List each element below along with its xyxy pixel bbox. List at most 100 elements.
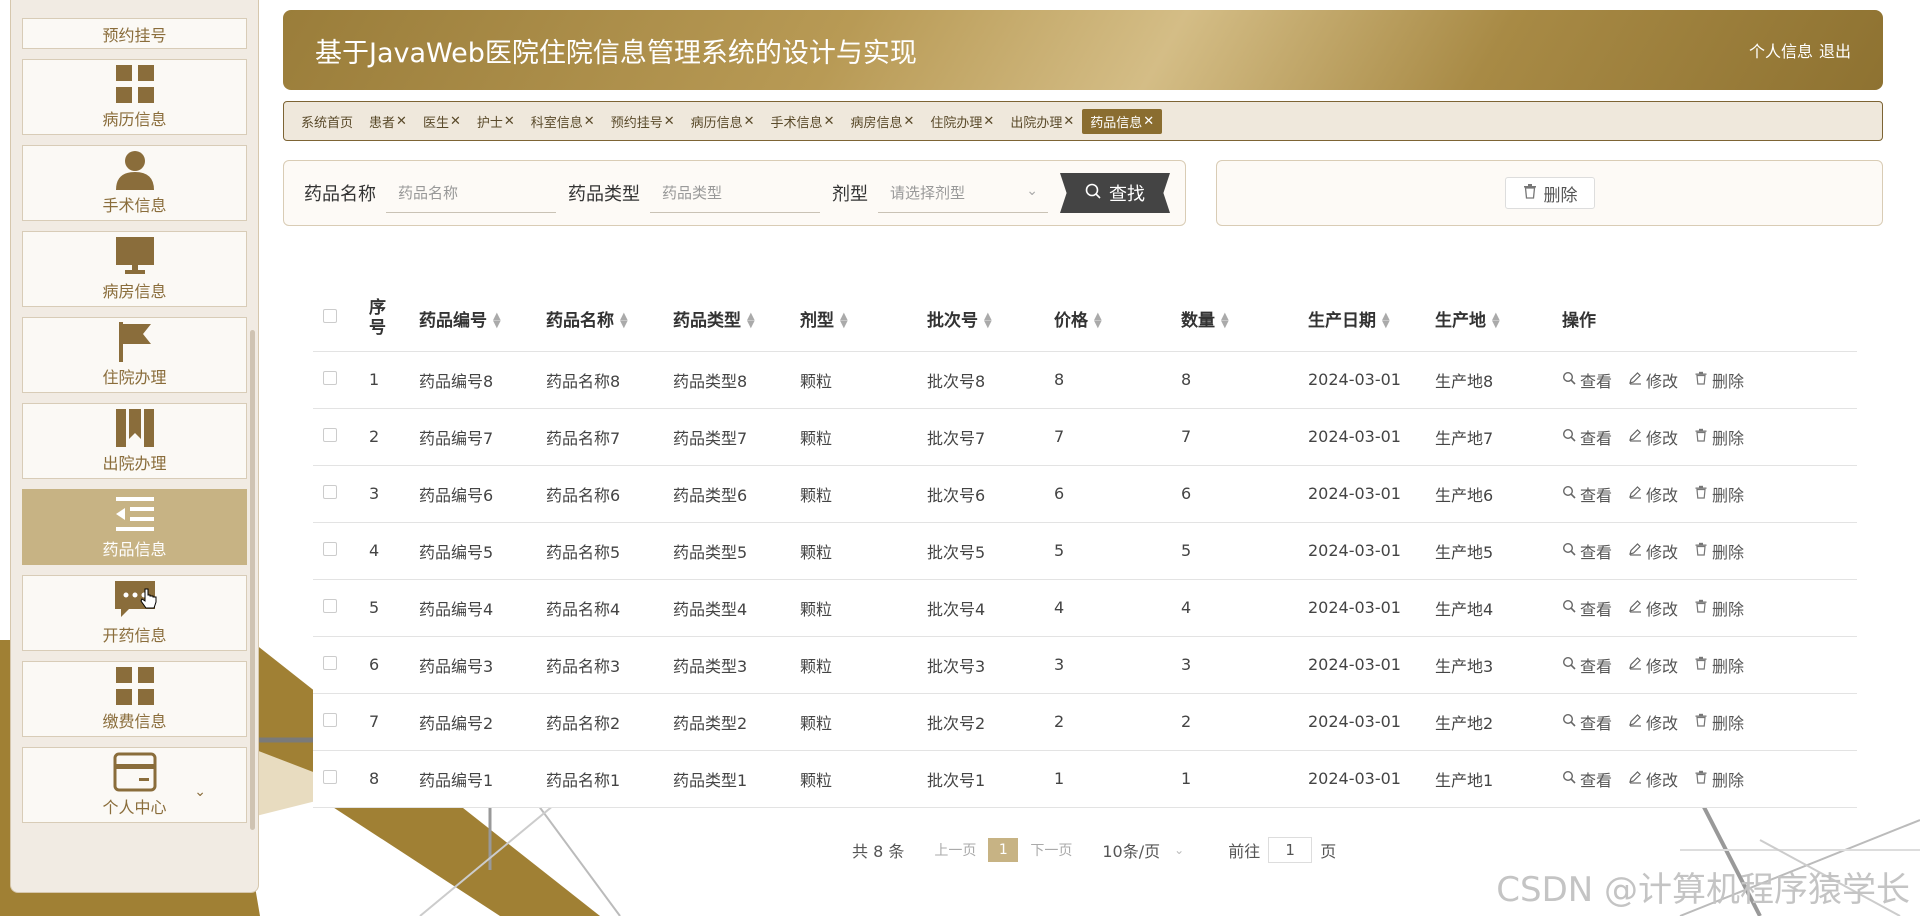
close-icon[interactable]: ✕	[1063, 114, 1074, 129]
close-icon[interactable]: ✕	[983, 114, 994, 129]
close-icon[interactable]: ✕	[396, 114, 407, 129]
row-checkbox[interactable]	[323, 656, 337, 670]
row-checkbox[interactable]	[323, 599, 337, 613]
close-icon[interactable]: ✕	[664, 114, 675, 129]
sort-icon[interactable]: ▲ ▼	[1382, 311, 1390, 329]
tab-medical-records[interactable]: 病历信息 ✕	[683, 109, 763, 134]
sidebar-item-wards[interactable]: 病房信息	[22, 231, 247, 307]
dosage-form-select[interactable]: 请选择剂型 ⌄	[878, 173, 1048, 213]
edit-button[interactable]: 修改	[1628, 368, 1678, 392]
row-checkbox[interactable]	[323, 428, 337, 442]
col-header-drug-name[interactable]: 药品名称 ▲ ▼	[546, 286, 673, 352]
sidebar-item-drug-info[interactable]: 药品信息	[22, 489, 247, 565]
edit-button[interactable]: 修改	[1628, 710, 1678, 734]
tab-departments[interactable]: 科室信息 ✕	[523, 109, 603, 134]
table-body: 1 药品编号8 药品名称8 药品类型8 颗粒 批次号8 8 8 2024-03-01 生产地8 查看…	[313, 351, 1857, 808]
tab-surgery[interactable]: 手术信息 ✕	[763, 109, 843, 134]
delete-button[interactable]: 删除	[1694, 710, 1744, 734]
col-header-batch-no[interactable]: 批次号 ▲ ▼	[927, 286, 1054, 352]
prev-page-button[interactable]: 上一页	[934, 840, 976, 860]
sidebar-item-payment[interactable]: 缴费信息	[22, 661, 247, 737]
row-checkbox[interactable]	[323, 371, 337, 385]
close-icon[interactable]: ✕	[903, 114, 914, 129]
col-header-production-date[interactable]: 生产日期 ▲ ▼	[1308, 286, 1435, 352]
delete-button[interactable]: 删除	[1694, 767, 1744, 791]
col-header-quantity[interactable]: 数量 ▲ ▼	[1181, 286, 1308, 352]
edit-button[interactable]: 修改	[1628, 596, 1678, 620]
close-icon[interactable]: ✕	[1143, 114, 1154, 129]
tab-discharge[interactable]: 出院办理 ✕	[1002, 109, 1082, 134]
row-checkbox[interactable]	[323, 542, 337, 556]
bulk-delete-button[interactable]: 删除	[1504, 177, 1595, 209]
view-button[interactable]: 查看	[1562, 710, 1612, 734]
col-header-dosage-form[interactable]: 剂型 ▲ ▼	[800, 286, 927, 352]
goto-page-input[interactable]: 1	[1268, 837, 1313, 863]
drug-name-input[interactable]: 药品名称	[386, 173, 556, 213]
row-checkbox[interactable]	[323, 713, 337, 727]
sidebar-item-medical-records[interactable]: 病历信息	[22, 59, 247, 135]
view-button[interactable]: 查看	[1562, 596, 1612, 620]
tab-wards[interactable]: 病房信息 ✕	[842, 109, 922, 134]
delete-button[interactable]: 删除	[1694, 653, 1744, 677]
tab-appointments[interactable]: 预约挂号 ✕	[603, 109, 683, 134]
edit-button[interactable]: 修改	[1628, 767, 1678, 791]
drug-type-input[interactable]: 药品类型	[650, 173, 820, 213]
profile-link[interactable]: 个人信息	[1749, 38, 1813, 62]
tab-home[interactable]: 系统首页	[293, 109, 361, 134]
sidebar-item-prescription[interactable]: 开药信息	[22, 575, 247, 651]
sidebar-item-personal-center[interactable]: 个人中心 ⌄	[22, 747, 247, 823]
tab-patients[interactable]: 患者 ✕	[361, 109, 415, 134]
delete-button[interactable]: 删除	[1694, 368, 1744, 392]
close-icon[interactable]: ✕	[504, 114, 515, 129]
col-header-drug-type[interactable]: 药品类型 ▲ ▼	[673, 286, 800, 352]
sort-icon[interactable]: ▲ ▼	[1094, 311, 1102, 329]
find-button[interactable]: 查找	[1060, 173, 1170, 213]
row-checkbox[interactable]	[323, 770, 337, 784]
sort-icon[interactable]: ▲ ▼	[493, 311, 501, 329]
sidebar-item-surgery[interactable]: 手术信息	[22, 145, 247, 221]
close-icon[interactable]: ✕	[744, 114, 755, 129]
sort-icon[interactable]: ▲ ▼	[620, 311, 628, 329]
tab-admission[interactable]: 住院办理 ✕	[922, 109, 1002, 134]
tab-drug-info[interactable]: 药品信息 ✕	[1082, 108, 1163, 134]
sort-icon[interactable]: ▲ ▼	[1221, 311, 1229, 329]
current-page[interactable]: 1	[988, 838, 1019, 862]
edit-button[interactable]: 修改	[1628, 425, 1678, 449]
col-header-origin[interactable]: 生产地 ▲ ▼	[1435, 286, 1562, 352]
tab-nurses[interactable]: 护士 ✕	[469, 109, 523, 134]
sidebar-scrollbar[interactable]	[250, 330, 255, 830]
view-button[interactable]: 查看	[1562, 653, 1612, 677]
view-button[interactable]: 查看	[1562, 539, 1612, 563]
edit-button[interactable]: 修改	[1628, 653, 1678, 677]
next-page-button[interactable]: 下一页	[1030, 840, 1072, 860]
sort-icon[interactable]: ▲ ▼	[747, 311, 755, 329]
delete-button[interactable]: 删除	[1694, 596, 1744, 620]
close-icon[interactable]: ✕	[584, 114, 595, 129]
delete-button[interactable]: 删除	[1694, 425, 1744, 449]
edit-button[interactable]: 修改	[1628, 539, 1678, 563]
sidebar-item-discharge[interactable]: 出院办理	[22, 403, 247, 479]
view-button[interactable]: 查看	[1562, 368, 1612, 392]
sort-icon[interactable]: ▲ ▼	[840, 311, 848, 329]
sort-icon[interactable]: ▲ ▼	[1492, 311, 1500, 329]
edit-button[interactable]: 修改	[1628, 482, 1678, 506]
chevron-down-icon[interactable]: ⌄	[194, 784, 206, 800]
cell-dosage-form: 颗粒	[800, 636, 927, 694]
view-button[interactable]: 查看	[1562, 767, 1612, 791]
col-header-price[interactable]: 价格 ▲ ▼	[1054, 286, 1181, 352]
view-button[interactable]: 查看	[1562, 482, 1612, 506]
close-icon[interactable]: ✕	[450, 114, 461, 129]
sort-icon[interactable]: ▲ ▼	[984, 311, 992, 329]
view-button[interactable]: 查看	[1562, 425, 1612, 449]
close-icon[interactable]: ✕	[824, 114, 835, 129]
col-header-drug-code[interactable]: 药品编号 ▲ ▼	[419, 286, 546, 352]
sidebar-item-admission[interactable]: 住院办理	[22, 317, 247, 393]
page-size-select[interactable]: 10条/页 ⌄	[1102, 838, 1184, 862]
logout-link[interactable]: 退出	[1819, 38, 1851, 62]
row-checkbox[interactable]	[323, 485, 337, 499]
sidebar-item-appointment[interactable]: 预约挂号	[22, 18, 247, 49]
tab-doctors[interactable]: 医生 ✕	[415, 109, 469, 134]
select-all-checkbox[interactable]	[323, 309, 337, 324]
delete-button[interactable]: 删除	[1694, 482, 1744, 506]
delete-button[interactable]: 删除	[1694, 539, 1744, 563]
